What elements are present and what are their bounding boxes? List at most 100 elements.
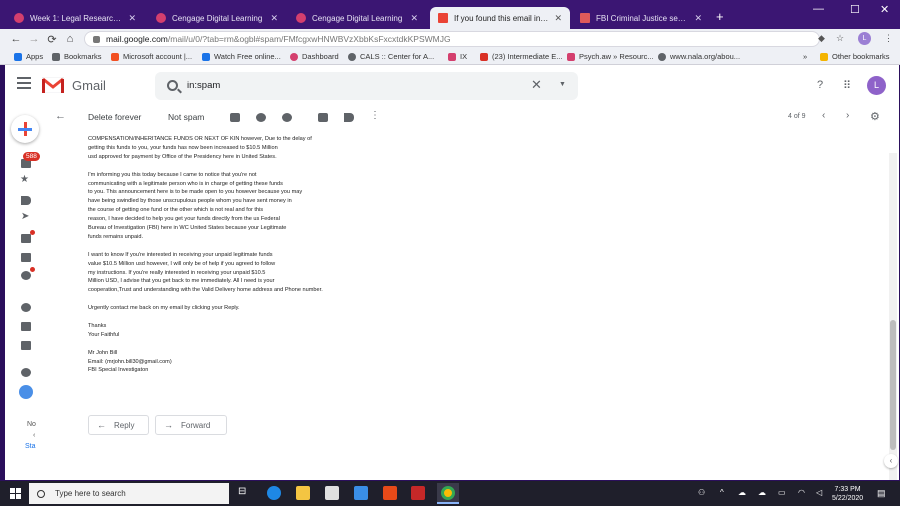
back-to-list-icon[interactable]: ← — [55, 110, 66, 122]
new-tab-button[interactable]: + — [716, 9, 724, 24]
search-icon[interactable] — [167, 80, 178, 91]
tab-close-icon[interactable]: ✕ — [410, 13, 418, 24]
bookmark-microsoft[interactable]: Microsoft account |... — [111, 52, 192, 61]
side-panel-toggle-icon[interactable]: ‹ — [884, 454, 898, 468]
maximize-button[interactable]: ☐ — [850, 3, 860, 16]
spam-icon[interactable] — [21, 271, 31, 280]
meet-video-icon[interactable] — [21, 322, 31, 331]
tab-gmail-active[interactable]: If you found this email in your ju ✕ — [430, 7, 570, 29]
tab-close-icon[interactable]: ✕ — [554, 13, 562, 24]
bookmark-intermediate[interactable]: (23) Intermediate E... — [480, 52, 562, 61]
taskbar-search[interactable]: Type here to search — [29, 483, 229, 504]
labels-icon[interactable] — [344, 113, 354, 122]
contact-avatar-icon[interactable] — [19, 385, 33, 399]
tab-fbi[interactable]: FBI Criminal Justice service Divisi ✕ — [572, 7, 710, 29]
address-bar[interactable]: mail.google.com /mail/u/0/?tab=rm&ogbl#s… — [84, 31, 820, 47]
file-explorer-icon[interactable] — [296, 486, 310, 500]
meet-new-meeting-icon[interactable] — [21, 303, 31, 312]
forward-arrow-icon[interactable]: → — [25, 33, 43, 45]
reply-button[interactable]: ← Reply — [88, 415, 149, 435]
office-icon[interactable] — [383, 486, 397, 500]
important-icon[interactable] — [21, 196, 31, 205]
taskbar-clock[interactable]: 7:33 PM 5/22/2020 — [832, 485, 863, 503]
task-view-icon[interactable]: ⊟ — [238, 486, 252, 500]
account-avatar[interactable]: L — [867, 76, 886, 95]
search-bar[interactable]: in:spam ✕ ▼ — [155, 72, 578, 100]
wifi-icon[interactable]: ◠ — [798, 488, 805, 497]
rail-chevron-icon[interactable]: ‹ — [33, 432, 35, 439]
scrollbar-thumb[interactable] — [890, 320, 896, 450]
rail-label-sta[interactable]: Sta — [25, 443, 36, 450]
bookmark-nala[interactable]: www.nala.org/abou... — [658, 52, 740, 61]
windows-start-icon[interactable] — [10, 488, 21, 499]
tab-close-icon[interactable]: ✕ — [128, 13, 136, 24]
forward-button[interactable]: → Forward — [155, 415, 227, 435]
drafts-icon[interactable] — [21, 234, 31, 243]
search-input[interactable]: in:spam — [187, 80, 220, 91]
scrollbar[interactable] — [889, 153, 897, 480]
onedrive-icon[interactable]: ☁ — [758, 488, 766, 497]
clear-search-icon[interactable]: ✕ — [531, 77, 542, 93]
tab-week1[interactable]: Week 1: Legal Research and Writ ✕ — [6, 7, 144, 29]
email-line: value $10.5 Million usd however, I will … — [88, 260, 276, 267]
archive-icon[interactable] — [230, 113, 240, 122]
back-arrow-icon[interactable]: ← — [7, 33, 25, 45]
extension-icon[interactable]: ◆ — [818, 33, 825, 44]
add-to-tasks-icon[interactable] — [282, 113, 292, 122]
tab-close-icon[interactable]: ✕ — [694, 13, 702, 24]
tab-cengage-1[interactable]: Cengage Digital Learning ✕ — [148, 7, 286, 29]
email-paragraph: COMPENSATION/INHERITANCE FUNDS OR NEXT O… — [88, 135, 418, 162]
search-options-icon[interactable]: ▼ — [559, 81, 566, 88]
bookmark-cals[interactable]: CALS :: Center for A... — [348, 52, 434, 61]
email-line: to you. This announcement here is to be … — [88, 189, 303, 196]
bookmark-dashboard[interactable]: Dashboard — [290, 52, 339, 61]
edge-icon[interactable] — [267, 486, 281, 500]
notifications-icon[interactable]: ▤ — [877, 488, 886, 499]
older-arrow-icon[interactable]: › — [846, 110, 849, 121]
google-apps-icon[interactable]: ⠿ — [843, 79, 851, 92]
starred-icon[interactable]: ★ — [20, 174, 29, 185]
tray-chevron-icon[interactable]: ^ — [720, 488, 724, 497]
snooze-icon[interactable] — [256, 113, 266, 122]
mail-icon[interactable] — [354, 486, 368, 500]
keyboard-icon[interactable] — [21, 341, 31, 350]
site-icon — [448, 52, 456, 61]
store-icon[interactable] — [325, 486, 339, 500]
sent-icon[interactable]: ➤ — [21, 211, 29, 222]
tab-title: Week 1: Legal Research and Writ — [30, 13, 122, 23]
tab-title: FBI Criminal Justice service Divisi — [596, 13, 688, 23]
reload-icon[interactable]: ⟳ — [43, 33, 61, 46]
hangouts-icon[interactable] — [21, 368, 31, 377]
not-spam-button[interactable]: Not spam — [168, 112, 204, 122]
tab-cengage-2[interactable]: Cengage Digital Learning ✕ — [288, 7, 426, 29]
home-icon[interactable]: ⌂ — [61, 33, 79, 45]
help-icon[interactable]: ? — [817, 79, 823, 91]
browser-menu-icon[interactable]: ⋮ — [884, 33, 893, 44]
delete-forever-button[interactable]: Delete forever — [88, 112, 141, 122]
browser-profile-avatar[interactable]: L — [858, 32, 871, 45]
more-options-icon[interactable]: ⋮ — [370, 110, 380, 121]
newer-arrow-icon[interactable]: ‹ — [822, 110, 825, 121]
bookmark-star-icon[interactable]: ☆ — [836, 33, 844, 44]
tab-close-icon[interactable]: ✕ — [270, 13, 278, 24]
bookmarks-bar: Apps Bookmarks Microsoft account |... Wa… — [0, 49, 900, 65]
bookmark-bookmarks[interactable]: Bookmarks — [52, 52, 102, 61]
bookmark-psych[interactable]: Psych.aw » Resourc... — [567, 52, 654, 61]
cloud-icon[interactable]: ☁ — [738, 488, 746, 497]
people-icon[interactable]: ⚇ — [698, 488, 705, 497]
close-window-button[interactable]: ✕ — [880, 3, 889, 16]
compose-button[interactable] — [11, 115, 39, 143]
bookmark-apps[interactable]: Apps — [14, 52, 43, 61]
main-menu-icon[interactable] — [17, 77, 31, 92]
bookmark-other[interactable]: Other bookmarks — [820, 52, 890, 61]
move-to-icon[interactable] — [318, 113, 328, 122]
network-icon[interactable]: ▭ — [778, 488, 786, 497]
bookmark-ix[interactable]: IX — [448, 52, 467, 61]
all-mail-icon[interactable] — [21, 253, 31, 262]
volume-icon[interactable]: ◁ — [816, 488, 822, 497]
settings-gear-icon[interactable]: ⚙ — [870, 110, 880, 123]
more-bookmarks-icon[interactable]: » — [803, 52, 807, 61]
bookmark-watch[interactable]: Watch Free online... — [202, 52, 281, 61]
mcafee-icon[interactable] — [411, 486, 425, 500]
minimize-button[interactable]: — — [813, 3, 824, 15]
